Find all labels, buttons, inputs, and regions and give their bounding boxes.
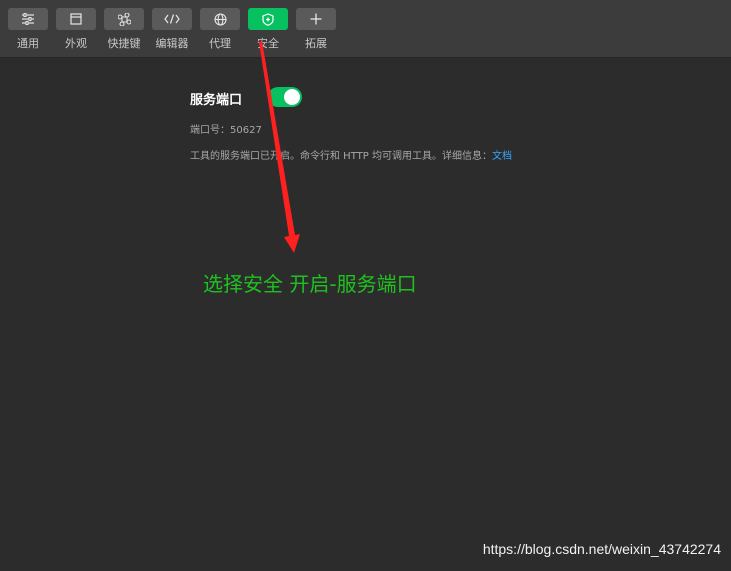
tab-label: 外观 — [65, 37, 87, 50]
plus-icon — [296, 8, 336, 30]
code-icon — [152, 8, 192, 30]
tab-label: 拓展 — [305, 37, 327, 50]
settings-toolbar: 通用 外观 快捷键 编辑器 代理 安全 拓展 — [0, 0, 731, 58]
globe-icon — [200, 8, 240, 30]
sliders-icon — [8, 8, 48, 30]
tab-label: 编辑器 — [155, 37, 189, 50]
tab-shortcuts[interactable]: 快捷键 — [104, 8, 144, 52]
tab-label: 安全 — [257, 37, 279, 50]
tab-proxy[interactable]: 代理 — [200, 8, 240, 52]
shield-icon — [248, 8, 288, 30]
tab-label: 快捷键 — [107, 37, 141, 50]
watermark: https://blog.csdn.net/weixin_43742274 — [482, 541, 721, 557]
tab-general[interactable]: 通用 — [8, 8, 48, 52]
window-icon — [56, 8, 96, 30]
tab-extensions[interactable]: 拓展 — [296, 8, 336, 52]
service-port-toggle[interactable] — [268, 87, 302, 107]
annotation-text: 选择安全 开启-服务端口 — [203, 272, 417, 296]
service-port-description: 工具的服务端口已开启。命令行和 HTTP 均可调用工具。详细信息：文档 — [190, 147, 512, 162]
command-key-icon — [104, 8, 144, 30]
description-text: 工具的服务端口已开启。命令行和 HTTP 均可调用工具。详细信息： — [190, 151, 492, 162]
tab-editor[interactable]: 编辑器 — [152, 8, 192, 52]
tab-security[interactable]: 安全 — [248, 8, 288, 52]
docs-link[interactable]: 文档 — [492, 151, 512, 162]
tab-appearance[interactable]: 外观 — [56, 8, 96, 52]
toggle-knob — [284, 89, 300, 105]
tab-label: 通用 — [17, 37, 39, 50]
service-port-title: 服务端口 — [190, 93, 243, 108]
port-number-text: 端口号：50627 — [190, 125, 262, 136]
tab-label: 代理 — [209, 37, 231, 50]
settings-window: 通用 外观 快捷键 编辑器 代理 安全 拓展 服务端口 端口号：50627 工具… — [0, 0, 731, 571]
